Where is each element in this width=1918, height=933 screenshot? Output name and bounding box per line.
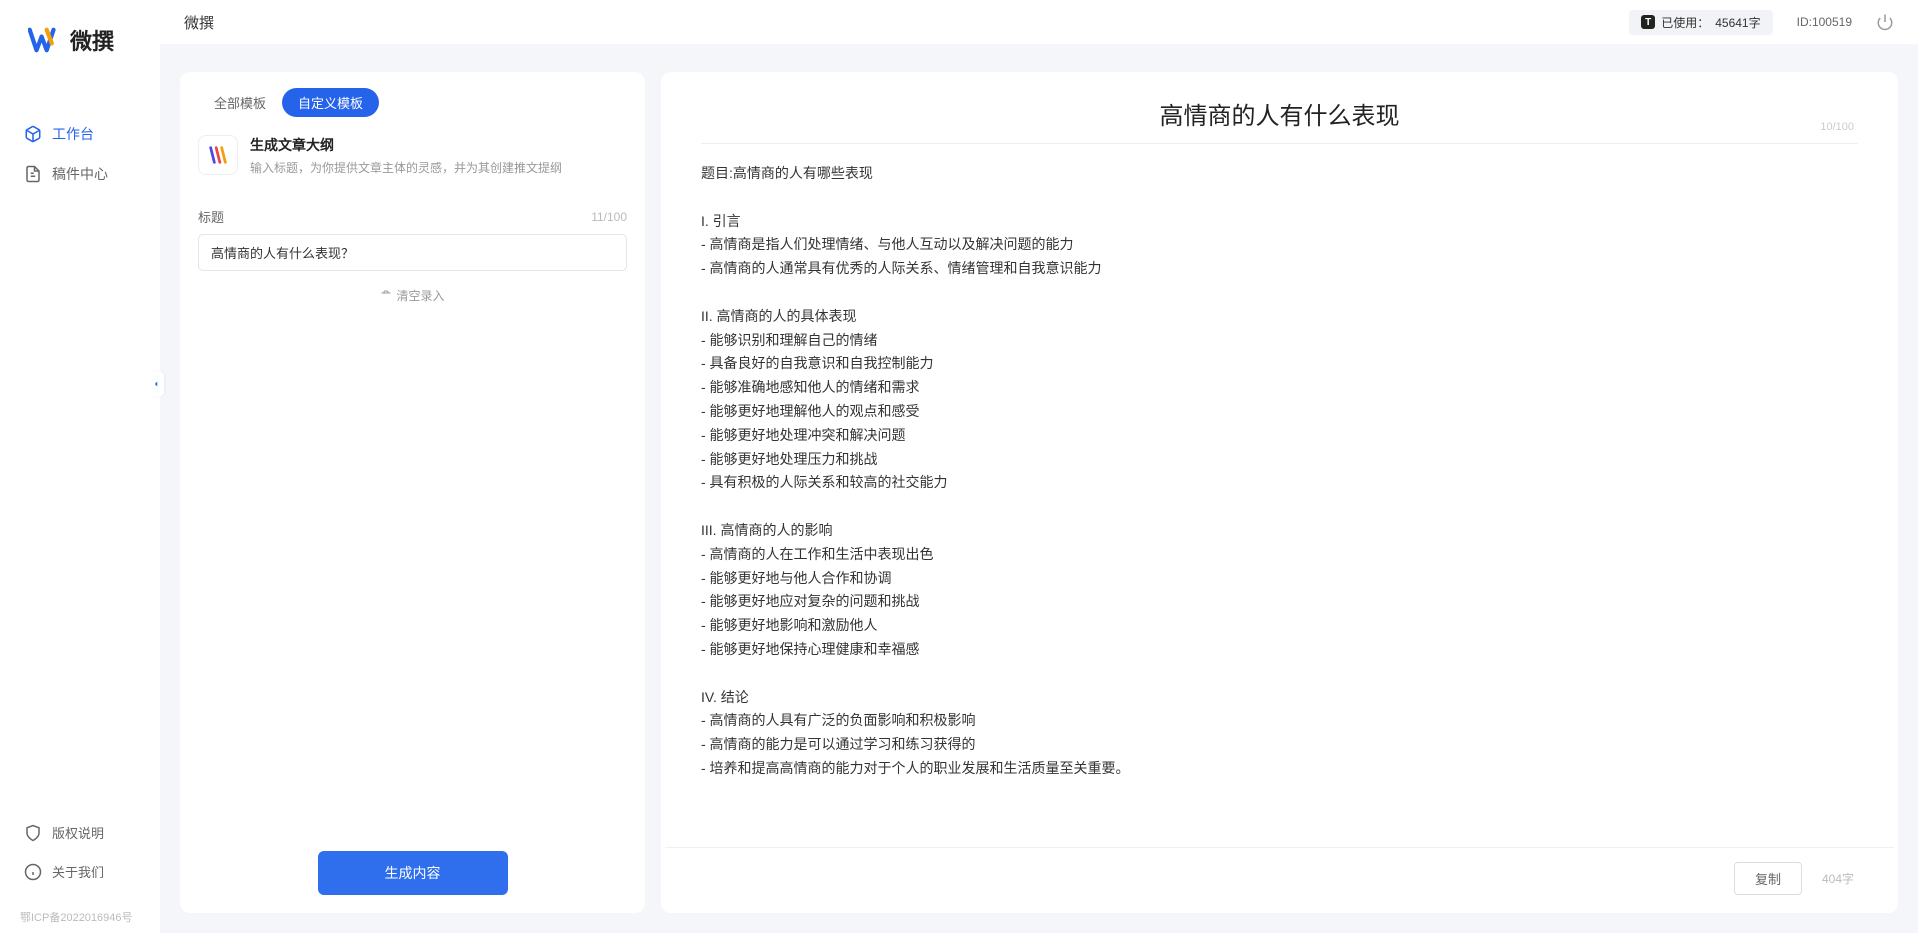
page-title: 微撰 [184,12,214,33]
form-section: 标题 11/100 清空录入 [180,185,645,320]
word-count: 404字 [1822,870,1854,887]
template-tabs: 全部模板 自定义模板 [180,72,645,127]
sidebar-nav: 工作台 稿件中心 [0,76,160,807]
chevron-left-icon [151,378,161,390]
cube-icon [24,125,42,143]
shield-icon [24,824,42,842]
title-label: 标题 [198,207,224,226]
template-icon [198,135,238,175]
output-panel: 高情商的人有什么表现 10/100 题目:高情商的人有哪些表现 I. 引言 - … [661,72,1898,913]
usage-value: 45641字 [1715,14,1760,31]
nav-label: 稿件中心 [52,164,108,184]
nav-label: 工作台 [52,124,94,144]
generate-button[interactable]: 生成内容 [318,851,508,895]
output-title: 高情商的人有什么表现 [701,96,1858,131]
tab-all-templates[interactable]: 全部模板 [198,88,282,117]
output-title-count: 10/100 [1820,121,1854,133]
template-desc: 输入标题，为你提供文章主体的灵感，并为其创建推文提纲 [250,159,627,177]
tab-custom-template[interactable]: 自定义模板 [282,88,379,117]
sidebar: 微撰 工作台 稿件中心 版权说明 关于 [0,0,160,933]
config-panel: 全部模板 自定义模板 生成文章大纲 输入标题，为你提供文章主体的灵感，并为其创建… [180,72,645,913]
template-card: 生成文章大纲 输入标题，为你提供文章主体的灵感，并为其创建推文提纲 [180,127,645,185]
eraser-icon [380,290,392,302]
logo-text: 微撰 [70,24,114,56]
output-footer: 复制 404字 [665,847,1894,913]
nav-label: 版权说明 [52,823,104,842]
output-header: 高情商的人有什么表现 10/100 [661,72,1898,143]
sidebar-collapse-handle[interactable] [148,372,164,396]
topbar-right: T 已使用： 45641字 ID:100519 [1629,10,1894,35]
usage-badge[interactable]: T 已使用： 45641字 [1629,10,1772,35]
icp-text: 鄂ICP备2022016946号 [0,901,160,933]
template-title: 生成文章大纲 [250,135,627,155]
title-input[interactable] [198,234,627,271]
usage-icon: T [1641,15,1655,29]
title-char-count: 11/100 [591,210,627,224]
sidebar-item-drafts[interactable]: 稿件中心 [8,156,152,192]
info-icon [24,863,42,881]
sidebar-item-about[interactable]: 关于我们 [8,854,152,889]
nav-label: 关于我们 [52,862,104,881]
topbar: 微撰 T 已使用： 45641字 ID:100519 [160,0,1918,44]
document-icon [24,165,42,183]
sidebar-item-copyright[interactable]: 版权说明 [8,815,152,850]
clear-input-button[interactable]: 清空录入 [198,271,627,320]
usage-label: 已使用： [1661,14,1709,31]
logo-icon [28,26,62,54]
sidebar-item-workbench[interactable]: 工作台 [8,116,152,152]
main: 全部模板 自定义模板 生成文章大纲 输入标题，为你提供文章主体的灵感，并为其创建… [180,72,1898,913]
output-content[interactable]: 题目:高情商的人有哪些表现 I. 引言 - 高情商是指人们处理情绪、与他人互动以… [661,144,1898,847]
copy-button[interactable]: 复制 [1734,862,1802,895]
user-id: ID:100519 [1797,15,1852,29]
sidebar-bottom: 版权说明 关于我们 [0,807,160,901]
power-icon[interactable] [1876,13,1894,31]
logo[interactable]: 微撰 [0,0,160,76]
